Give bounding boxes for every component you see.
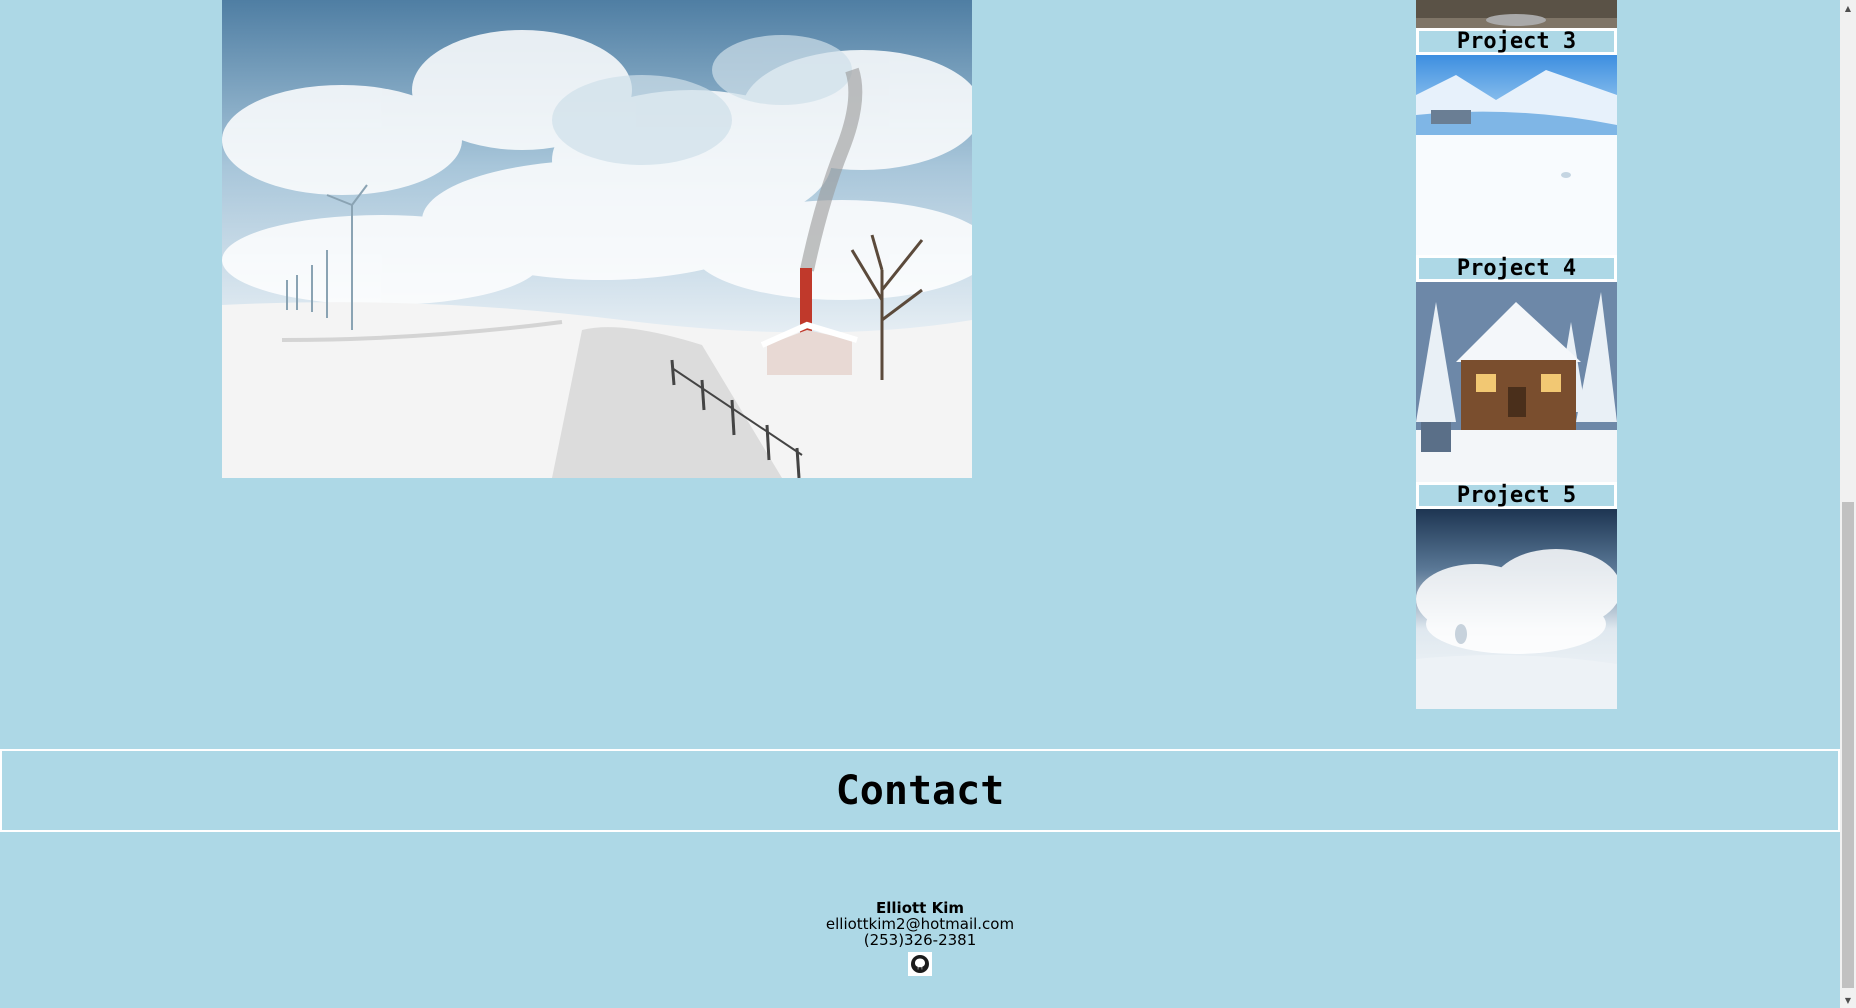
project-3-thumbnail[interactable]: [1416, 55, 1617, 255]
project-2-thumbnail[interactable]: [1416, 0, 1617, 28]
vertical-scrollbar[interactable]: ▲ ▼: [1840, 0, 1856, 1008]
contact-name: Elliott Kim: [876, 899, 964, 917]
project-4-label[interactable]: Project 4: [1416, 255, 1617, 282]
featured-project-image: [222, 0, 972, 478]
contact-email: elliottkim2@hotmail.com: [825, 915, 1015, 933]
winter-landscape-image: [222, 0, 972, 478]
github-icon[interactable]: [908, 952, 932, 976]
scroll-up-arrow-icon[interactable]: ▲: [1840, 0, 1856, 16]
scroll-down-arrow-icon[interactable]: ▼: [1840, 992, 1856, 1008]
contact-phone: (253)326-2381: [863, 931, 977, 949]
project-4-thumbnail[interactable]: [1416, 282, 1617, 482]
project-2-image: [1416, 0, 1617, 28]
project-5-label[interactable]: Project 5: [1416, 482, 1617, 509]
project-3-label[interactable]: Project 3: [1416, 28, 1617, 55]
page: Project 3 Project 4 Project 5 Contact El…: [0, 0, 1856, 1008]
project-5-image: [1416, 509, 1617, 709]
project-4-image: [1416, 282, 1617, 482]
contact-section-header: Contact: [0, 749, 1840, 832]
project-5-thumbnail[interactable]: [1416, 509, 1617, 709]
contact-title: Contact: [835, 767, 1005, 814]
contact-info: Elliott Kim elliottkim2@hotmail.com (253…: [0, 900, 1840, 979]
project-3-image: [1416, 55, 1617, 255]
scrollbar-thumb[interactable]: [1842, 502, 1854, 988]
project-list: Project 3 Project 4 Project 5: [1416, 0, 1617, 709]
